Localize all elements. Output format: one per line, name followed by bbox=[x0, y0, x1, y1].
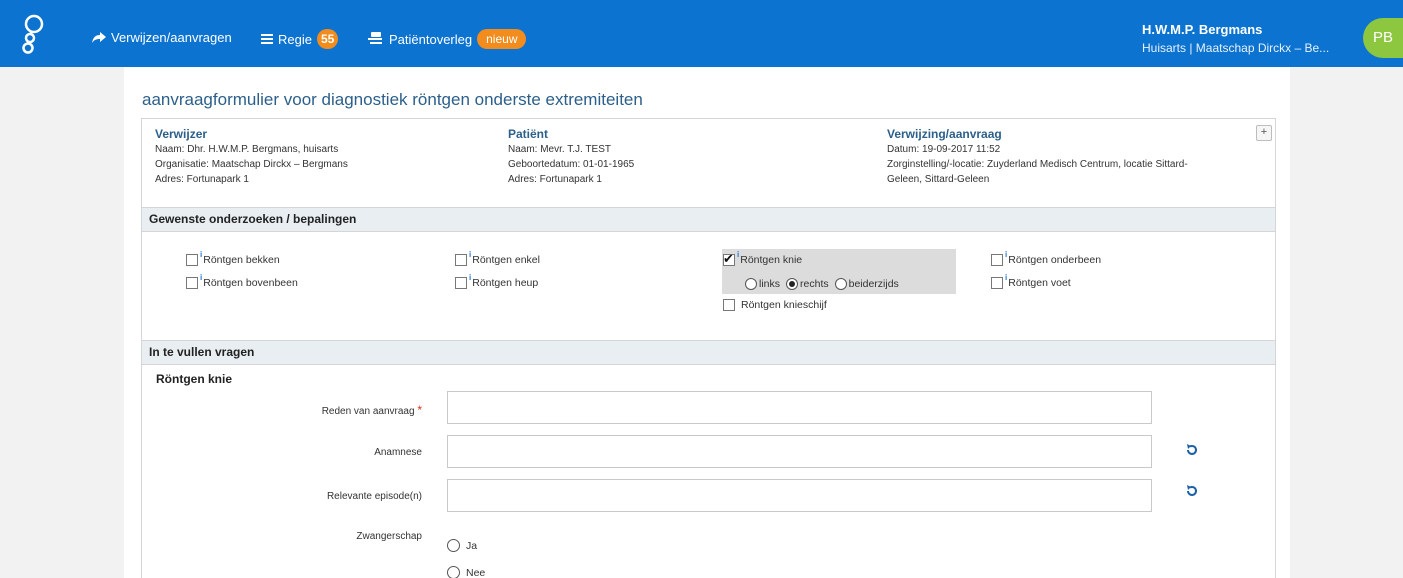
checkbox-rontgen-bekken[interactable]: i Röntgen bekken bbox=[186, 250, 280, 266]
checkbox-label: Röntgen voet bbox=[1008, 277, 1071, 289]
page-title: aanvraagformulier voor diagnostiek röntg… bbox=[142, 90, 643, 109]
regie-count-badge: 55 bbox=[316, 29, 339, 49]
required-mark: * bbox=[417, 403, 422, 417]
reden-label: Reden van aanvraag * bbox=[142, 403, 422, 417]
section-onderzoeken-header: Gewenste onderzoeken / bepalingen bbox=[142, 207, 1275, 232]
user-menu[interactable]: H.W.M.P. Bergmans Huisarts | Maatschap D… bbox=[1142, 22, 1329, 55]
info-icon[interactable]: i bbox=[200, 273, 202, 282]
checkbox-label: Röntgen knie bbox=[740, 254, 803, 266]
verwijzing-zorginstelling-line1: Zorginstelling/-locatie: Zuyderland Medi… bbox=[887, 159, 1188, 170]
radio-links[interactable] bbox=[745, 278, 757, 290]
verwijzing-datum: Datum: 19-09-2017 11:52 bbox=[887, 144, 1001, 155]
checkbox[interactable] bbox=[455, 277, 467, 289]
checkbox[interactable] bbox=[991, 254, 1003, 266]
app-logo-icon[interactable] bbox=[20, 14, 48, 54]
checkbox-rontgen-knieschijf[interactable]: Röntgen knieschijf bbox=[723, 299, 827, 311]
episoden-label: Relevante episode(n) bbox=[326, 491, 422, 502]
checkbox-label: Röntgen heup bbox=[472, 277, 539, 289]
verwijzer-info: Verwijzer Naam: Dhr. H.W.M.P. Bergmans, … bbox=[155, 127, 348, 187]
reden-label-text: Reden van aanvraag bbox=[321, 406, 415, 417]
user-role: Huisarts | Maatschap Dirckx – Be... bbox=[1142, 41, 1330, 55]
info-icon[interactable]: i bbox=[200, 250, 202, 259]
zwangerschap-option-ja[interactable]: Ja bbox=[447, 539, 477, 552]
radio-nee[interactable] bbox=[447, 566, 460, 578]
verwijzer-heading: Verwijzer bbox=[155, 127, 208, 141]
verwijzing-heading: Verwijzing/aanvraag bbox=[887, 127, 1002, 141]
question-group-title: Röntgen knie bbox=[156, 372, 233, 386]
checkbox-rontgen-heup[interactable]: i Röntgen heup bbox=[455, 273, 539, 289]
verwijzing-info: Verwijzing/aanvraag Datum: 19-09-2017 11… bbox=[887, 127, 1188, 187]
radio-rechts[interactable] bbox=[786, 278, 799, 290]
info-icon[interactable]: i bbox=[1005, 273, 1007, 282]
patient-adres: Adres: Fortunapark 1 bbox=[508, 174, 602, 185]
nav-patientoverleg-label: Patiëntoverleg bbox=[389, 31, 473, 47]
radio-ja-label: Ja bbox=[466, 539, 478, 552]
checkbox-label: Röntgen onderbeen bbox=[1008, 254, 1102, 266]
checkbox[interactable] bbox=[186, 277, 198, 289]
patient-info: Patiënt Naam: Mevr. T.J. TEST Geboorteda… bbox=[508, 127, 634, 187]
info-icon[interactable]: i bbox=[1005, 250, 1007, 259]
zwangerschap-option-nee[interactable]: Nee bbox=[447, 566, 485, 578]
left-margin bbox=[0, 67, 124, 578]
top-bar: Verwijzen/aanvragen Regie 55 Patiëntover… bbox=[0, 0, 1403, 67]
anamnese-label: Anamnese bbox=[374, 447, 422, 458]
right-margin bbox=[1290, 67, 1403, 578]
checkbox-rontgen-onderbeen[interactable]: i Röntgen onderbeen bbox=[991, 250, 1102, 266]
radio-rechts-label: rechts bbox=[800, 278, 829, 290]
verwijzer-naam: Naam: Dhr. H.W.M.P. Bergmans, huisarts bbox=[155, 144, 339, 155]
nav-verwijzen-aanvragen[interactable]: Verwijzen/aanvragen bbox=[92, 30, 232, 45]
checkbox-rontgen-knie[interactable]: i Röntgen knie bbox=[723, 250, 803, 267]
patient-heading: Patiënt bbox=[508, 127, 549, 141]
new-badge: nieuw bbox=[477, 29, 527, 49]
patient-geboortedatum: Geboortedatum: 01-01-1965 bbox=[508, 159, 635, 170]
reden-input[interactable] bbox=[447, 391, 1152, 424]
checkbox-label: Röntgen bekken bbox=[203, 254, 280, 266]
expand-button[interactable]: + bbox=[1256, 125, 1272, 141]
chat-icon bbox=[368, 32, 382, 44]
checkbox[interactable] bbox=[723, 299, 735, 311]
checkbox-label: Röntgen knieschijf bbox=[741, 299, 827, 311]
verwijzer-adres: Adres: Fortunapark 1 bbox=[155, 174, 249, 185]
info-icon[interactable]: i bbox=[737, 250, 739, 259]
checkbox-rontgen-enkel[interactable]: i Röntgen enkel bbox=[455, 250, 540, 266]
side-radio-group: links rechts beiderzijds bbox=[745, 278, 899, 290]
checkbox-rontgen-bovenbeen[interactable]: i Röntgen bovenbeen bbox=[186, 273, 298, 289]
zwangerschap-label: Zwangerschap bbox=[356, 531, 422, 542]
checkbox[interactable] bbox=[991, 277, 1003, 289]
section-vragen-header: In te vullen vragen bbox=[142, 340, 1275, 365]
undo-icon[interactable] bbox=[1185, 443, 1199, 457]
info-icon[interactable]: i bbox=[469, 273, 471, 282]
nav-patientoverleg[interactable]: Patiëntoverleg nieuw bbox=[368, 29, 527, 49]
checkbox-checked[interactable] bbox=[723, 251, 735, 267]
undo-icon[interactable] bbox=[1185, 484, 1199, 498]
checkbox-label: Röntgen enkel bbox=[472, 254, 540, 266]
verwijzer-organisatie: Organisatie: Maatschap Dirckx – Bergmans bbox=[155, 159, 348, 170]
radio-beiderzijds-label: beiderzijds bbox=[848, 278, 899, 290]
radio-nee-label: Nee bbox=[466, 566, 486, 578]
info-icon[interactable]: i bbox=[469, 250, 471, 259]
form-panel: Verwijzer Naam: Dhr. H.W.M.P. Bergmans, … bbox=[141, 118, 1276, 578]
avatar[interactable]: PB bbox=[1363, 18, 1403, 58]
share-arrow-icon bbox=[92, 31, 106, 43]
radio-links-label: links bbox=[759, 278, 781, 290]
nav-regie-label: Regie bbox=[278, 31, 312, 47]
episoden-input[interactable] bbox=[447, 479, 1152, 512]
user-name: H.W.M.P. Bergmans bbox=[1142, 22, 1263, 37]
radio-beiderzijds[interactable] bbox=[834, 278, 847, 290]
checkbox[interactable] bbox=[455, 254, 467, 266]
checkbox[interactable] bbox=[186, 254, 198, 266]
patient-naam: Naam: Mevr. T.J. TEST bbox=[508, 144, 611, 155]
checkbox-rontgen-voet[interactable]: i Röntgen voet bbox=[991, 273, 1071, 289]
verwijzing-zorginstelling-line2: Geleen, Sittard-Geleen bbox=[887, 174, 990, 185]
list-icon bbox=[261, 34, 273, 44]
nav-regie[interactable]: Regie 55 bbox=[261, 29, 339, 49]
nav-verwijzen-label: Verwijzen/aanvragen bbox=[111, 30, 232, 45]
checkbox-label: Röntgen bovenbeen bbox=[203, 277, 298, 289]
anamnese-input[interactable] bbox=[447, 435, 1152, 468]
radio-ja[interactable] bbox=[447, 539, 460, 552]
